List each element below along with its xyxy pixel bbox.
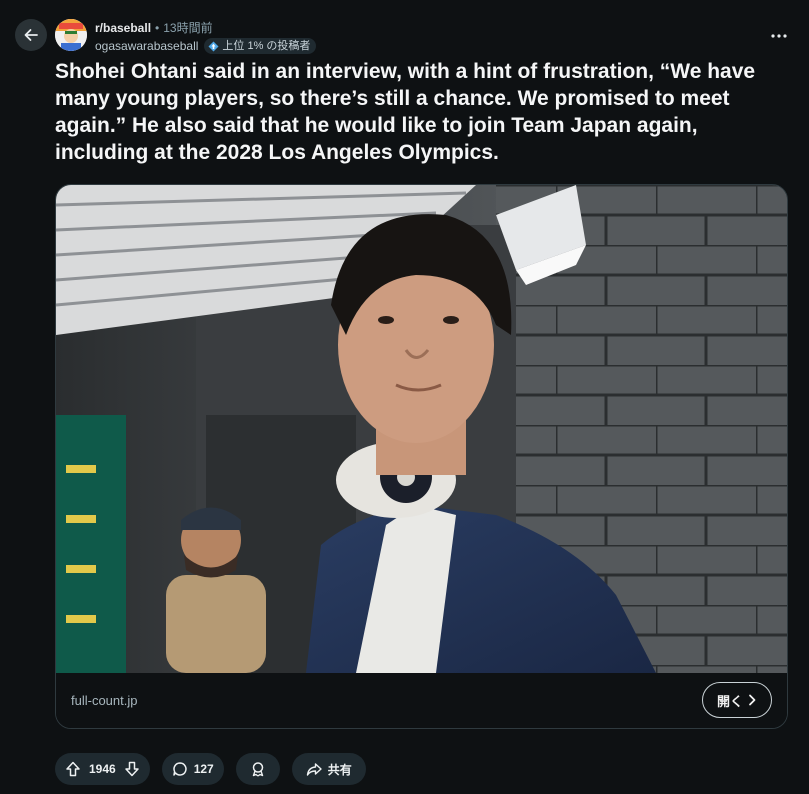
back-arrow-icon bbox=[24, 29, 38, 41]
post-title[interactable]: Shohei Ohtani said in an interview, with… bbox=[55, 58, 795, 166]
share-icon bbox=[306, 763, 322, 776]
post-meta-top: r/baseball • 13時間前 bbox=[95, 21, 213, 35]
more-options-icon bbox=[771, 34, 787, 38]
vote-count: 1946 bbox=[89, 762, 116, 776]
post-action-bar: 1946 127 共有 bbox=[55, 753, 366, 785]
subreddit-avatar[interactable] bbox=[55, 19, 87, 51]
vote-control: 1946 bbox=[55, 753, 150, 785]
post-meta-bottom: ogasawarabaseball 上位 1% の投稿者 bbox=[95, 38, 317, 54]
post-image[interactable] bbox=[56, 185, 787, 673]
comments-button[interactable]: 127 bbox=[161, 753, 224, 785]
back-button[interactable] bbox=[15, 19, 47, 51]
subreddit-name[interactable]: r/baseball bbox=[95, 21, 151, 35]
post-time: 13時間前 bbox=[163, 21, 213, 35]
avatar-image bbox=[55, 19, 87, 51]
open-link-button[interactable]: 開く bbox=[701, 682, 772, 718]
meta-separator: • bbox=[155, 21, 160, 35]
upvote-icon[interactable] bbox=[65, 761, 81, 777]
more-options-button[interactable] bbox=[767, 26, 791, 46]
top-contributor-icon bbox=[208, 41, 219, 51]
share-label: 共有 bbox=[327, 762, 352, 777]
comment-icon bbox=[172, 762, 187, 776]
comment-count: 127 bbox=[193, 762, 214, 776]
author-flair: 上位 1% の投稿者 bbox=[204, 38, 317, 54]
chevron-right-icon bbox=[749, 694, 756, 706]
post-page: r/baseball • 13時間前 ogasawarabaseball 上位 … bbox=[0, 0, 809, 794]
link-card-footer: full-count.jp 開く bbox=[56, 673, 787, 728]
link-domain[interactable]: full-count.jp bbox=[71, 693, 137, 708]
link-preview-card[interactable]: full-count.jp 開く bbox=[55, 184, 788, 729]
flair-label: 上位 1% の投稿者 bbox=[222, 40, 311, 52]
open-link-label: 開く bbox=[716, 693, 743, 709]
award-icon bbox=[252, 762, 263, 777]
share-button[interactable]: 共有 bbox=[291, 753, 366, 785]
author-username[interactable]: ogasawarabaseball bbox=[95, 39, 198, 53]
downvote-icon[interactable] bbox=[124, 761, 140, 777]
award-button[interactable] bbox=[235, 753, 280, 785]
